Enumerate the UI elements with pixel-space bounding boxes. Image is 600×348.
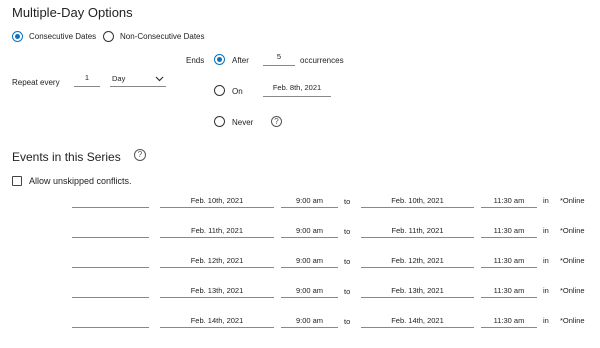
event-title-input[interactable] bbox=[72, 196, 149, 208]
repeat-unit-select[interactable]: Day bbox=[110, 73, 166, 87]
series-row: Feb. 12th, 2021 9:00 am Feb. 12th, 2021 11:… bbox=[0, 256, 600, 272]
start-date-input[interactable]: Feb. 11th, 2021 bbox=[160, 226, 274, 238]
ends-never-radio[interactable] bbox=[214, 116, 225, 127]
ends-never-label[interactable]: Never bbox=[232, 118, 253, 127]
series-title: Events in this Series bbox=[12, 150, 121, 164]
end-date-input[interactable]: Feb. 11th, 2021 bbox=[361, 226, 474, 238]
end-date-input[interactable]: Feb. 13th, 2021 bbox=[361, 286, 474, 298]
ends-label: Ends bbox=[186, 56, 205, 65]
end-time-input[interactable]: 11:30 am bbox=[481, 226, 537, 238]
to-label: to bbox=[344, 317, 351, 326]
ends-after-radio[interactable] bbox=[214, 54, 225, 65]
location-label: *Online bbox=[560, 196, 585, 205]
event-title-input[interactable] bbox=[72, 286, 149, 298]
repeat-unit-value: Day bbox=[112, 74, 126, 83]
to-label: to bbox=[344, 197, 351, 206]
location-label: *Online bbox=[560, 256, 585, 265]
ends-after-label[interactable]: After bbox=[232, 56, 249, 65]
in-label: in bbox=[543, 226, 549, 235]
in-label: in bbox=[543, 256, 549, 265]
ends-on-radio[interactable] bbox=[214, 85, 225, 96]
end-time-input[interactable]: 11:30 am bbox=[481, 316, 537, 328]
event-title-input[interactable] bbox=[72, 316, 149, 328]
to-label: to bbox=[344, 287, 351, 296]
series-row: Feb. 13th, 2021 9:00 am Feb. 13th, 2021 11:… bbox=[0, 286, 600, 302]
consecutive-dates-label[interactable]: Consecutive Dates bbox=[29, 32, 96, 41]
non-consecutive-dates-radio[interactable] bbox=[103, 31, 114, 42]
repeat-interval-input[interactable]: 1 bbox=[74, 73, 100, 87]
end-time-input[interactable]: 11:30 am bbox=[481, 286, 537, 298]
ends-on-label[interactable]: On bbox=[232, 87, 243, 96]
help-icon[interactable]: ? bbox=[134, 149, 146, 161]
location-label: *Online bbox=[560, 316, 585, 325]
occurrences-label: occurrences bbox=[300, 56, 344, 65]
in-label: in bbox=[543, 316, 549, 325]
end-date-input[interactable]: Feb. 10th, 2021 bbox=[361, 196, 474, 208]
location-label: *Online bbox=[560, 286, 585, 295]
non-consecutive-dates-label[interactable]: Non-Consecutive Dates bbox=[120, 32, 204, 41]
occurrences-input[interactable]: 5 bbox=[263, 52, 295, 66]
help-icon[interactable]: ? bbox=[271, 116, 282, 127]
series-row: Feb. 14th, 2021 9:00 am Feb. 14th, 2021 11:… bbox=[0, 316, 600, 332]
series-row: Feb. 10th, 2021 9:00 am Feb. 10th, 2021 11:… bbox=[0, 196, 600, 212]
end-date-input[interactable]: Feb. 12th, 2021 bbox=[361, 256, 474, 268]
in-label: in bbox=[543, 196, 549, 205]
page-title: Multiple-Day Options bbox=[12, 5, 133, 20]
start-time-input[interactable]: 9:00 am bbox=[281, 226, 338, 238]
start-time-input[interactable]: 9:00 am bbox=[281, 286, 338, 298]
consecutive-dates-radio[interactable] bbox=[12, 31, 23, 42]
start-time-input[interactable]: 9:00 am bbox=[281, 196, 338, 208]
allow-conflicts-checkbox[interactable] bbox=[12, 176, 22, 186]
ends-on-date-input[interactable]: Feb. 8th, 2021 bbox=[263, 83, 331, 97]
repeat-every-label: Repeat every bbox=[12, 78, 60, 87]
series-row: Feb. 11th, 2021 9:00 am Feb. 11th, 2021 11:… bbox=[0, 226, 600, 242]
start-time-input[interactable]: 9:00 am bbox=[281, 316, 338, 328]
event-title-input[interactable] bbox=[72, 256, 149, 268]
start-date-input[interactable]: Feb. 10th, 2021 bbox=[160, 196, 274, 208]
chevron-down-icon bbox=[155, 76, 164, 82]
event-title-input[interactable] bbox=[72, 226, 149, 238]
end-time-input[interactable]: 11:30 am bbox=[481, 196, 537, 208]
start-date-input[interactable]: Feb. 14th, 2021 bbox=[160, 316, 274, 328]
to-label: to bbox=[344, 257, 351, 266]
location-label: *Online bbox=[560, 226, 585, 235]
in-label: in bbox=[543, 286, 549, 295]
start-time-input[interactable]: 9:00 am bbox=[281, 256, 338, 268]
allow-conflicts-label[interactable]: Allow unskipped conflicts. bbox=[29, 176, 132, 186]
end-date-input[interactable]: Feb. 14th, 2021 bbox=[361, 316, 474, 328]
start-date-input[interactable]: Feb. 12th, 2021 bbox=[160, 256, 274, 268]
start-date-input[interactable]: Feb. 13th, 2021 bbox=[160, 286, 274, 298]
end-time-input[interactable]: 11:30 am bbox=[481, 256, 537, 268]
to-label: to bbox=[344, 227, 351, 236]
